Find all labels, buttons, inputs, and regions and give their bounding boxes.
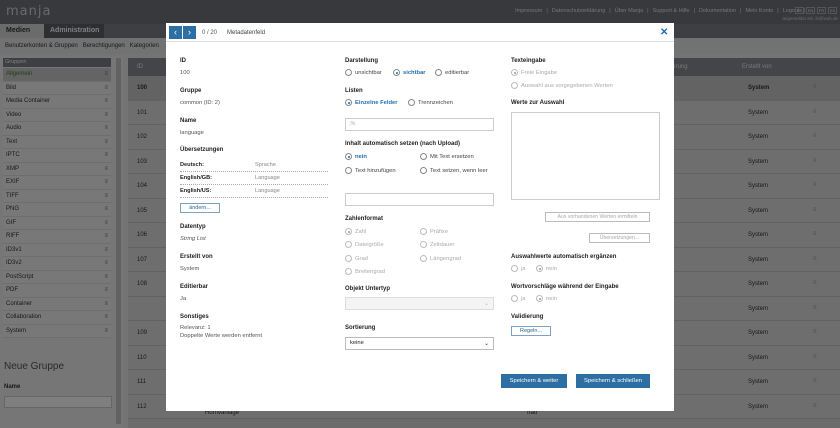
- editable-label: Editierbar: [180, 284, 209, 290]
- number-option-number[interactable]: Zahl: [345, 228, 366, 235]
- display-option-invisible[interactable]: unsichtbar: [345, 69, 382, 76]
- editable-value: Ja: [180, 296, 187, 302]
- radio-icon: [345, 241, 352, 248]
- radio-selected-icon: [345, 228, 352, 235]
- values-translations-button[interactable]: Übersetzungen...: [589, 233, 650, 243]
- translation-input[interactable]: Sprache: [255, 162, 276, 168]
- chevron-down-icon: ⌄: [483, 341, 489, 347]
- chevron-left-icon: ‹: [174, 27, 177, 37]
- radio-selected-icon: [393, 69, 400, 76]
- previous-button[interactable]: ‹: [169, 26, 182, 39]
- close-icon[interactable]: ✕: [660, 27, 668, 38]
- number-option-longitude[interactable]: Längengrad: [420, 255, 461, 262]
- radio-icon: [511, 295, 518, 302]
- radio-icon: [345, 167, 352, 174]
- save-close-button[interactable]: Speichern & schließen: [576, 374, 650, 388]
- suggest-option-no[interactable]: nein: [536, 295, 557, 302]
- auto-option-no[interactable]: nein: [345, 153, 367, 160]
- translation-input[interactable]: Language: [255, 188, 280, 194]
- values-textarea[interactable]: [511, 112, 660, 200]
- input-option-free[interactable]: Freie Eingabe: [511, 69, 557, 76]
- sort-select[interactable]: keine ⌄: [345, 337, 494, 350]
- radio-selected-icon: [536, 265, 543, 272]
- text-input-label: Texteingabe: [511, 58, 546, 64]
- translation-row: English/GB: Language: [180, 172, 328, 185]
- translation-row: English/US: Language: [180, 185, 328, 198]
- lists-label: Listen: [345, 88, 363, 94]
- separator-input[interactable]: ,%: [345, 118, 494, 131]
- radio-icon: [420, 241, 427, 248]
- display-label: Darstellung: [345, 58, 379, 64]
- autocomplete-label: Auswahlwerte automatisch ergänzen: [511, 254, 617, 260]
- change-translations-button[interactable]: ändern...: [180, 203, 220, 213]
- validation-label: Validierung: [511, 314, 544, 320]
- number-option-degree[interactable]: Grad: [345, 255, 368, 262]
- suggest-option-yes[interactable]: ja: [511, 295, 526, 302]
- radio-selected-icon: [345, 99, 352, 106]
- number-option-duration[interactable]: Zeitdauer: [420, 241, 455, 248]
- radio-icon: [511, 265, 518, 272]
- radio-icon: [420, 153, 427, 160]
- radio-icon: [408, 99, 415, 106]
- suggestions-label: Wortvorschläge während der Eingabe: [511, 284, 619, 290]
- duplicates-text: Doppelte Werte werden entfernt: [180, 333, 263, 339]
- radio-icon: [420, 167, 427, 174]
- radio-icon: [420, 228, 427, 235]
- auto-fill-label: Inhalt automatisch setzen (nach Upload): [345, 141, 461, 147]
- radio-icon: [345, 69, 352, 76]
- number-option-filesize[interactable]: Dateigröße: [345, 241, 384, 248]
- misc-label: Sonstiges: [180, 314, 209, 320]
- display-option-visible[interactable]: sichtbar: [393, 69, 426, 76]
- lists-option-single[interactable]: Einzelne Felder: [345, 99, 398, 106]
- radio-icon: [511, 82, 518, 89]
- record-counter: 0 / 20: [202, 30, 218, 36]
- id-label: ID: [180, 58, 186, 64]
- auto-option-set-if-empty[interactable]: Text setzen, wenn leer: [420, 167, 490, 175]
- chevron-down-icon: ⌄: [483, 301, 489, 307]
- datatype-label: Datentyp: [180, 224, 206, 230]
- autocomplete-option-yes[interactable]: ja: [511, 265, 526, 272]
- subtype-label: Objekt Untertyp: [345, 286, 391, 292]
- save-continue-button[interactable]: Speichern & weiter: [501, 374, 567, 388]
- rules-button[interactable]: Regeln...: [511, 326, 551, 336]
- auto-text-input[interactable]: [345, 193, 494, 206]
- number-format-label: Zahlenformat: [345, 216, 384, 222]
- auto-option-replace[interactable]: Mit Text ersetzen: [420, 153, 474, 160]
- input-option-predefined[interactable]: Auswahl aus vorgegebenen Werten: [511, 82, 613, 89]
- radio-icon: [345, 255, 352, 262]
- auto-option-append[interactable]: Text hinzufügen: [345, 167, 396, 174]
- derive-values-button[interactable]: Aus vorhandenen Werten ermitteln: [545, 212, 650, 222]
- group-value: common (ID: 2): [180, 100, 220, 106]
- radio-icon: [345, 268, 352, 275]
- sort-label: Sortierung: [345, 325, 376, 331]
- id-value: 100: [180, 70, 190, 76]
- name-label: Name: [180, 118, 197, 124]
- number-option-prefixes[interactable]: Präfixe: [420, 228, 448, 235]
- translations-label: Übersetzungen: [180, 147, 224, 153]
- autocomplete-option-no[interactable]: nein: [536, 265, 557, 272]
- subtype-select[interactable]: ⌄: [345, 297, 494, 310]
- radio-icon: [420, 255, 427, 262]
- created-by-label: Erstellt von: [180, 254, 213, 260]
- next-button[interactable]: ›: [183, 26, 196, 39]
- lists-option-separator[interactable]: Trennzeichen: [408, 99, 453, 106]
- radio-selected-icon: [345, 153, 352, 160]
- translation-row: Deutsch: Sprache: [180, 159, 328, 172]
- radio-selected-icon: [511, 69, 518, 76]
- datatype-value: String List: [180, 236, 206, 242]
- values-label: Werte zur Auswahl: [511, 100, 565, 106]
- number-option-latitude[interactable]: Breitengrad: [345, 268, 385, 275]
- translation-input[interactable]: Language: [255, 175, 280, 181]
- display-option-editable[interactable]: editierbar: [435, 69, 469, 76]
- chevron-right-icon: ›: [188, 27, 191, 37]
- name-value: language: [180, 130, 204, 136]
- radio-icon: [435, 69, 442, 76]
- relevance-text: Relevanz: 1: [180, 325, 211, 331]
- dialog-title: Metadatenfeld: [227, 30, 266, 36]
- group-label: Gruppe: [180, 88, 202, 94]
- radio-selected-icon: [536, 295, 543, 302]
- created-by-value: System: [180, 266, 200, 272]
